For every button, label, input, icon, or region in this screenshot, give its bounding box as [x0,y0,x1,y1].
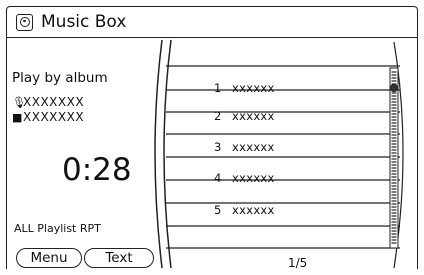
list-item[interactable]: 1 xxxxxx [174,77,370,99]
track-number: 1 [214,81,222,95]
list-item[interactable]: 4 xxxxxx [174,167,370,189]
music-box-screen: Music Box Play by album 🎙XXXXXXX ■XXXXXX… [0,0,424,275]
track-title: xxxxxx [232,203,275,217]
track-number: 4 [214,171,222,185]
artist-name: XXXXXXX [23,95,85,109]
play-mode-label: Play by album [12,70,108,86]
list-item[interactable]: 3 xxxxxx [174,136,370,158]
track-title: xxxxxx [232,140,275,154]
page-indicator: 1/5 [288,256,308,270]
album-row: ■XXXXXXX [12,110,84,124]
square-icon: ■ [12,111,23,124]
microphone-icon: 🎙 [12,96,27,109]
album-name: XXXXXXX [23,110,85,124]
elapsed-time: 0:28 [62,152,132,188]
list-item[interactable]: 5 xxxxxx [174,199,370,221]
menu-button[interactable]: Menu [16,248,82,268]
track-title: xxxxxx [232,171,275,185]
track-title: xxxxxx [232,109,275,123]
artist-row: 🎙XXXXXXX [12,95,84,109]
list-item[interactable]: 2 xxxxxx [174,105,370,127]
track-number: 3 [214,140,222,154]
track-number: 5 [214,203,222,217]
track-number: 2 [214,109,222,123]
scrollbar-thumb [389,83,399,93]
repeat-status: ALL Playlist RPT [14,222,101,235]
track-title: xxxxxx [232,81,275,95]
text-button[interactable]: Text [84,248,154,268]
